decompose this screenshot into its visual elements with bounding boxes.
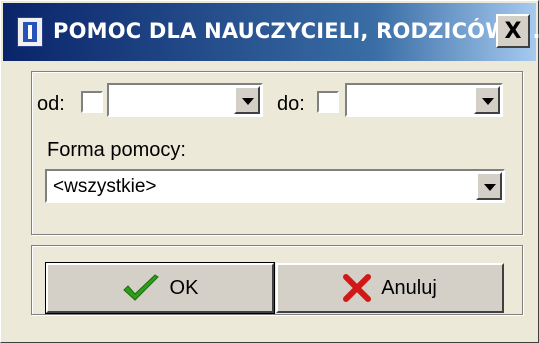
chevron-down-icon[interactable]: [474, 86, 500, 114]
x-cross-icon: [343, 274, 372, 302]
from-label: od:: [37, 93, 65, 115]
form-label: Forma pomocy:: [47, 139, 186, 161]
title-bar[interactable]: POMOC DLA NAUCZYCIELI, RODZICÓW ... X: [3, 3, 539, 61]
app-i-icon: [17, 17, 43, 47]
cancel-button-label: Anuluj: [381, 276, 437, 299]
cancel-button[interactable]: Anuluj: [276, 263, 504, 313]
form-combo[interactable]: <wszystkie>: [45, 169, 505, 203]
chevron-down-icon[interactable]: [234, 86, 260, 114]
chevron-down-icon[interactable]: [476, 172, 502, 200]
form-combo-value: <wszystkie>: [53, 176, 157, 197]
close-button[interactable]: X: [496, 14, 530, 48]
ok-button[interactable]: OK: [45, 262, 275, 314]
to-label: do:: [277, 93, 305, 115]
ok-button-label: OK: [169, 276, 199, 299]
dialog-window: POMOC DLA NAUCZYCIELI, RODZICÓW ... X od…: [0, 0, 539, 343]
window-title: POMOC DLA NAUCZYCIELI, RODZICÓW ...: [53, 19, 539, 43]
from-checkbox[interactable]: [81, 91, 103, 113]
to-checkbox[interactable]: [317, 91, 339, 113]
from-date-combo[interactable]: [107, 83, 263, 117]
checkmark-icon: [122, 274, 159, 301]
to-date-combo[interactable]: [345, 83, 503, 117]
